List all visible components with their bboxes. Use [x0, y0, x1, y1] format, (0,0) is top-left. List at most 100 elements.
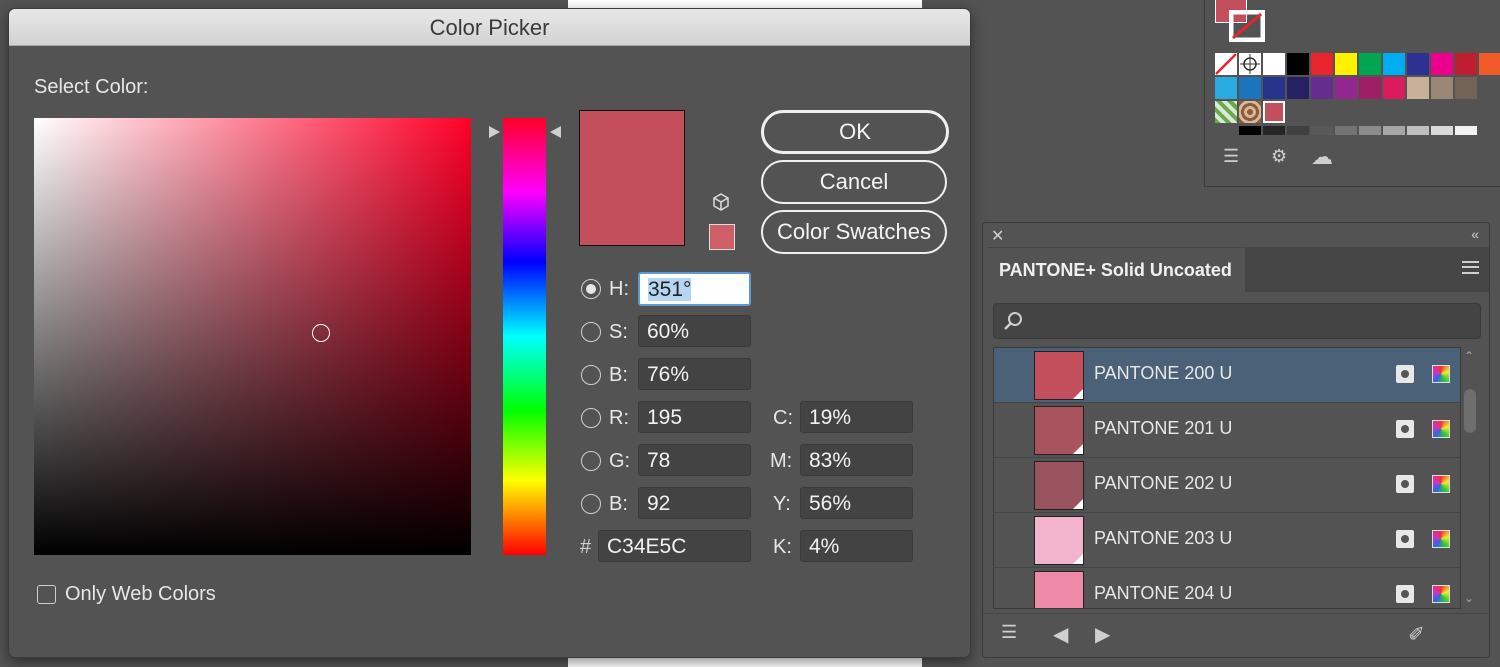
gray-swatch[interactable] [1407, 126, 1429, 135]
swatches-panel: ☰ ⚙ ☁ [1204, 0, 1500, 187]
color-swatch[interactable] [1407, 53, 1429, 75]
color-swatch[interactable] [1311, 53, 1333, 75]
spot-color-icon [1396, 475, 1414, 493]
swatch-libraries-icon[interactable]: ☰ [1223, 146, 1239, 167]
gray-swatch[interactable] [1239, 126, 1261, 135]
color-swatch[interactable] [1263, 77, 1285, 99]
cmyk-mode-icon [1432, 365, 1450, 383]
close-icon[interactable]: ✕ [991, 226, 1004, 246]
color-swatch[interactable] [1287, 77, 1309, 99]
tab-pantone-solid-uncoated[interactable]: PANTONE+ Solid Uncoated [987, 247, 1244, 292]
next-library-icon[interactable]: ▶ [1095, 622, 1110, 647]
gray-swatch[interactable] [1335, 126, 1357, 135]
web-safe-color-swatch[interactable] [709, 224, 735, 250]
swatch-name: PANTONE 203 U [1094, 528, 1233, 548]
color-swatch[interactable] [1215, 77, 1237, 99]
color-swatch[interactable] [1479, 53, 1500, 75]
brightness-radio[interactable] [581, 365, 601, 385]
show-kinds-icon[interactable]: ⚙ [1271, 146, 1287, 167]
red-input[interactable]: 195 [638, 401, 751, 433]
cc-libraries-icon[interactable]: ☁ [1311, 144, 1333, 170]
gray-swatch[interactable] [1455, 126, 1477, 135]
yellow-input[interactable]: 56% [800, 487, 913, 519]
green-input[interactable]: 78 [638, 444, 751, 476]
stroke-none-swatch[interactable] [1229, 10, 1265, 42]
gray-swatch[interactable] [1359, 126, 1381, 135]
previous-library-icon[interactable]: ◀ [1053, 622, 1068, 647]
ok-button[interactable]: OK [761, 110, 949, 154]
color-swatch[interactable] [1263, 53, 1285, 75]
black-label: K: [773, 536, 792, 558]
color-swatch[interactable] [1455, 53, 1477, 75]
hue-input[interactable]: 351° [638, 272, 751, 306]
hue-slider-right-arrow[interactable] [550, 126, 561, 138]
spot-color-icon [1396, 585, 1414, 603]
spot-color-icon [1396, 420, 1414, 438]
color-swatch[interactable] [1359, 77, 1381, 99]
cancel-button[interactable]: Cancel [761, 160, 947, 204]
swatch-name: PANTONE 200 U [1094, 363, 1233, 383]
swatch-libraries-icon[interactable]: ☰ [1001, 622, 1017, 643]
pattern-swatch-foliage[interactable] [1215, 101, 1237, 123]
saturation-brightness-field[interactable] [34, 118, 471, 555]
select-color-label: Select Color: [34, 76, 149, 98]
pantone-swatch-row[interactable]: PANTONE 202 U [994, 458, 1460, 513]
search-field[interactable] [993, 303, 1481, 339]
hue-slider-left-arrow[interactable] [489, 126, 500, 138]
pantone-swatch-row[interactable]: PANTONE 203 U [994, 513, 1460, 568]
web-safe-cube-icon[interactable] [711, 192, 731, 212]
pantone-swatch-panel: ✕ « PANTONE+ Solid Uncoated PANTONE 200 … [982, 222, 1490, 658]
registration-swatch[interactable] [1239, 53, 1261, 75]
saturation-input[interactable]: 60% [638, 315, 751, 347]
color-swatch[interactable] [1335, 53, 1357, 75]
hue-slider[interactable] [503, 118, 546, 555]
blue-input[interactable]: 92 [638, 487, 751, 519]
pantone-swatch-row[interactable]: PANTONE 201 U [994, 403, 1460, 458]
gray-swatch[interactable] [1383, 126, 1405, 135]
saturation-radio[interactable] [581, 322, 601, 342]
collapse-icon[interactable]: « [1471, 226, 1479, 242]
color-swatch[interactable] [1359, 53, 1381, 75]
color-swatch[interactable] [1383, 53, 1405, 75]
red-radio[interactable] [581, 408, 601, 428]
blue-radio[interactable] [581, 494, 601, 514]
none-swatch[interactable] [1215, 53, 1237, 75]
list-scrollbar[interactable]: ⌃ ⌄ [1461, 347, 1479, 607]
pantone-swatch-row[interactable]: PANTONE 200 U [994, 348, 1460, 403]
color-swatch[interactable] [1455, 77, 1477, 99]
color-swatch[interactable] [1383, 77, 1405, 99]
color-swatch[interactable] [1431, 77, 1453, 99]
gray-swatch[interactable] [1311, 126, 1333, 135]
color-swatch[interactable] [1335, 77, 1357, 99]
hex-label: # [580, 536, 592, 558]
color-selection-marker[interactable] [312, 324, 330, 342]
brightness-input[interactable]: 76% [638, 358, 751, 390]
gray-swatch[interactable] [1263, 126, 1285, 135]
pantone-swatch-row[interactable]: PANTONE 204 U [994, 568, 1460, 608]
scroll-up-icon[interactable]: ⌃ [1464, 349, 1474, 363]
gray-swatch[interactable] [1287, 126, 1309, 135]
black-input[interactable]: 4% [800, 530, 913, 562]
pattern-swatch-texture[interactable] [1239, 101, 1261, 123]
swatch-selected-color[interactable] [1263, 101, 1285, 123]
panel-menu-icon[interactable] [1462, 261, 1479, 274]
gray-swatch[interactable] [1431, 126, 1453, 135]
scroll-down-icon[interactable]: ⌄ [1464, 591, 1474, 605]
magenta-label: M: [770, 450, 793, 472]
color-swatches-button[interactable]: Color Swatches [761, 210, 947, 254]
hue-radio[interactable] [581, 279, 601, 299]
cyan-input[interactable]: 19% [800, 401, 913, 433]
cmyk-mode-icon [1432, 530, 1450, 548]
scrollbar-thumb[interactable] [1464, 389, 1476, 433]
eyedropper-icon[interactable]: ✐ [1408, 622, 1425, 647]
color-swatch[interactable] [1311, 77, 1333, 99]
color-swatch[interactable] [1287, 53, 1309, 75]
magenta-input[interactable]: 83% [800, 444, 913, 476]
color-swatch[interactable] [1239, 77, 1261, 99]
color-swatch[interactable] [1407, 77, 1429, 99]
green-radio[interactable] [581, 451, 601, 471]
green-label: G: [609, 450, 631, 472]
hex-input[interactable]: C34E5C [598, 530, 751, 562]
only-web-colors-checkbox[interactable] [37, 585, 56, 604]
color-swatch[interactable] [1431, 53, 1453, 75]
